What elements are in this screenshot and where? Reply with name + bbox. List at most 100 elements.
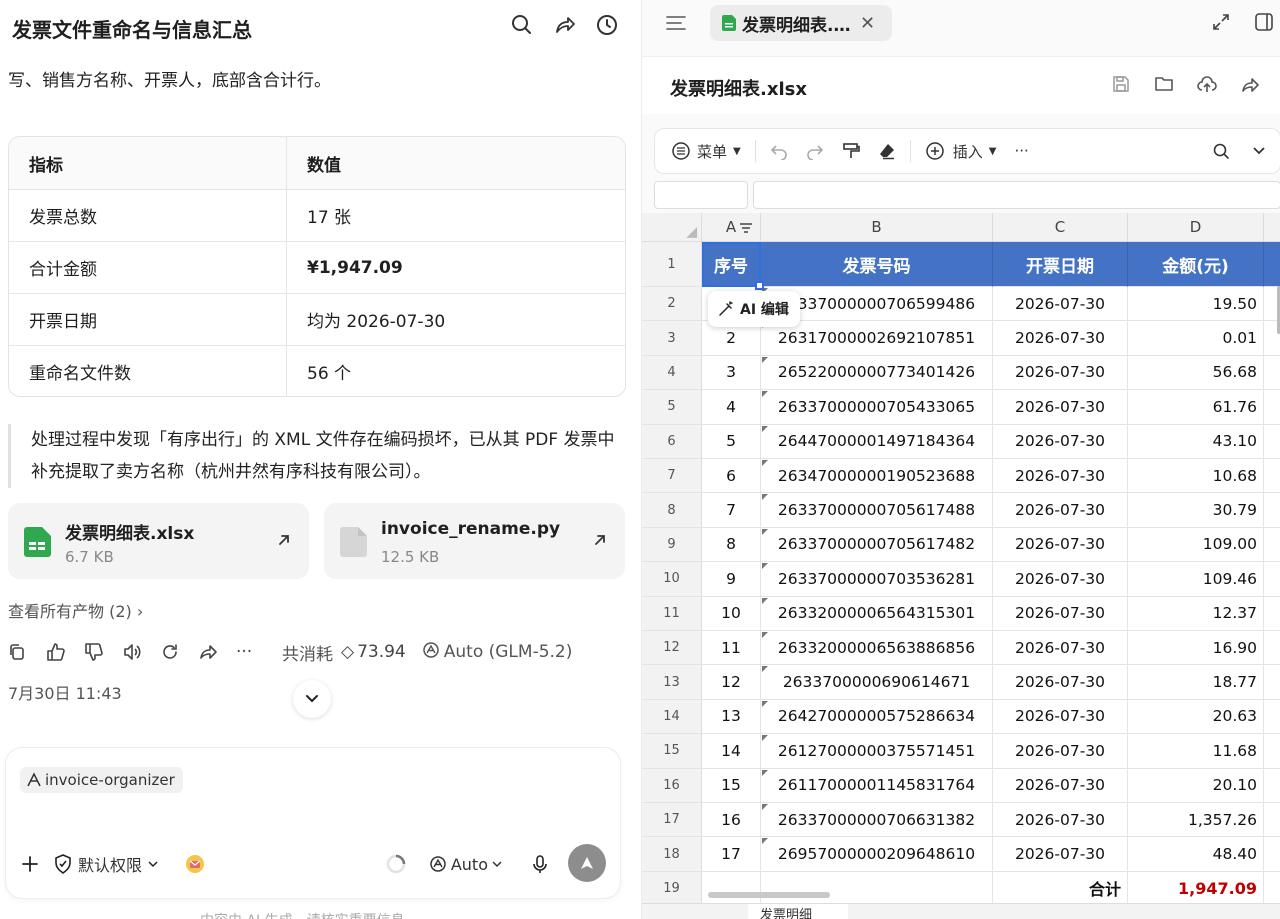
sequence-cell[interactable]: 15 — [702, 768, 761, 803]
row-number[interactable]: 14 — [642, 699, 702, 735]
folder-icon[interactable] — [1154, 75, 1174, 93]
ai-edit-button[interactable]: AI 编辑 — [708, 291, 800, 327]
row-number[interactable]: 12 — [642, 631, 702, 666]
amount-cell[interactable]: 16.90 — [1128, 631, 1264, 666]
row-number[interactable]: 2 — [642, 287, 702, 322]
invoice-number-cell[interactable]: 26337000000705617482 — [761, 527, 993, 563]
invoice-number-cell[interactable]: 26127000000375571451 — [761, 734, 993, 769]
filter-icon[interactable] — [739, 221, 753, 235]
row-number[interactable]: 5 — [642, 390, 702, 425]
menu-list-icon[interactable] — [666, 14, 686, 32]
more-options-icon[interactable]: ··· — [236, 640, 274, 664]
sequence-cell[interactable]: 13 — [702, 699, 761, 735]
row-number[interactable]: 7 — [642, 459, 702, 494]
invoice-date-cell[interactable]: 2026-07-30 — [993, 424, 1128, 459]
empty-cell[interactable] — [1264, 390, 1280, 425]
sequence-cell[interactable]: 9 — [702, 562, 761, 597]
empty-cell[interactable] — [1264, 562, 1280, 597]
empty-cell[interactable] — [1264, 872, 1280, 907]
share-icon[interactable] — [552, 12, 578, 38]
select-all-corner[interactable] — [642, 213, 702, 242]
menu-button[interactable]: 菜单 ▼ — [671, 141, 741, 162]
row-number[interactable]: 3 — [642, 321, 702, 356]
total-label-cell[interactable]: 合计 — [993, 871, 1128, 907]
invoice-date-cell[interactable]: 2026-07-30 — [993, 287, 1128, 322]
row-number[interactable]: 6 — [642, 424, 702, 459]
sequence-cell[interactable]: 10 — [702, 596, 761, 631]
row-number[interactable]: 18 — [642, 837, 702, 872]
open-external-icon[interactable] — [277, 533, 291, 547]
column-header-d[interactable]: D — [1128, 213, 1264, 242]
read-aloud-icon[interactable] — [122, 640, 160, 664]
empty-cell[interactable] — [761, 871, 993, 907]
expand-icon[interactable] — [1212, 13, 1230, 31]
empty-cell[interactable] — [1264, 528, 1280, 563]
column-header-e[interactable] — [1264, 213, 1280, 242]
invoice-date-cell[interactable]: 2026-07-30 — [993, 837, 1128, 872]
sequence-cell[interactable]: 16 — [702, 803, 761, 838]
fill-handle[interactable] — [755, 281, 764, 290]
sequence-cell[interactable]: 4 — [702, 390, 761, 425]
invoice-date-cell[interactable]: 2026-07-30 — [993, 631, 1128, 666]
search-icon[interactable] — [1212, 142, 1230, 160]
invoice-number-cell[interactable]: 2633700000690614671 — [761, 665, 993, 700]
amount-cell[interactable]: 20.63 — [1128, 699, 1264, 735]
empty-cell[interactable] — [1264, 803, 1280, 838]
header-cell[interactable]: 序号 — [702, 242, 761, 287]
invoice-date-cell[interactable]: 2026-07-30 — [993, 665, 1128, 700]
sequence-cell[interactable]: 6 — [702, 459, 761, 494]
invoice-number-cell[interactable]: 26337000000703536281 — [761, 562, 993, 597]
history-icon[interactable] — [594, 12, 620, 38]
empty-cell[interactable] — [1264, 700, 1280, 735]
microphone-icon[interactable] — [532, 854, 548, 874]
row-number[interactable]: 17 — [642, 803, 702, 838]
empty-cell[interactable] — [1264, 597, 1280, 631]
amount-cell[interactable]: 0.01 — [1128, 321, 1264, 356]
header-cell[interactable]: 金额(元) — [1128, 242, 1264, 287]
invoice-number-cell[interactable]: 26317000002692107851 — [761, 321, 993, 356]
share-icon[interactable] — [198, 640, 236, 664]
total-value-cell[interactable]: 1,947.09 — [1128, 871, 1264, 907]
invoice-date-cell[interactable]: 2026-07-30 — [993, 734, 1128, 769]
invoice-number-cell[interactable]: 26117000001145831764 — [761, 768, 993, 803]
upload-icon[interactable] — [1197, 75, 1217, 95]
redo-icon[interactable] — [806, 142, 824, 160]
row-number[interactable]: 19 — [642, 871, 702, 907]
invoice-date-cell[interactable]: 2026-07-30 — [993, 596, 1128, 631]
invoice-date-cell[interactable]: 2026-07-30 — [993, 390, 1128, 425]
amount-cell[interactable]: 30.79 — [1128, 493, 1264, 528]
sequence-cell[interactable]: 8 — [702, 527, 761, 563]
regenerate-icon[interactable] — [160, 640, 198, 664]
invoice-number-cell[interactable]: 26332000006564315301 — [761, 596, 993, 631]
invoice-date-cell[interactable]: 2026-07-30 — [993, 493, 1128, 528]
row-number[interactable]: 8 — [642, 493, 702, 528]
column-header-c[interactable]: C — [993, 213, 1128, 242]
open-external-icon[interactable] — [593, 533, 607, 547]
invoice-number-cell[interactable]: 26427000000575286634 — [761, 699, 993, 735]
spreadsheet-grid[interactable]: ABCD1序号发票号码开票日期金额(元)21263370000007065994… — [642, 213, 1280, 913]
empty-cell[interactable] — [1264, 459, 1280, 494]
format-painter-icon[interactable] — [842, 142, 860, 160]
row-number[interactable]: 4 — [642, 355, 702, 391]
sequence-cell[interactable]: 5 — [702, 424, 761, 459]
undo-icon[interactable] — [770, 142, 788, 160]
row-number[interactable]: 1 — [642, 242, 702, 287]
message-composer[interactable]: invoice-organizer 默认权限 Auto — [6, 748, 620, 898]
empty-cell[interactable] — [1264, 493, 1280, 528]
amount-cell[interactable]: 109.46 — [1128, 562, 1264, 597]
sequence-cell[interactable]: 11 — [702, 631, 761, 666]
invoice-number-cell[interactable]: 26447000001497184364 — [761, 424, 993, 459]
share-icon[interactable] — [1240, 75, 1260, 95]
amount-cell[interactable]: 12.37 — [1128, 596, 1264, 631]
amount-cell[interactable]: 56.68 — [1128, 355, 1264, 391]
formula-bar[interactable] — [753, 181, 1280, 209]
file-tab[interactable]: 发票明细表.… ✕ — [710, 5, 892, 41]
amount-cell[interactable]: 19.50 — [1128, 287, 1264, 322]
sheet-tab[interactable]: 发票明细 — [748, 904, 848, 919]
empty-cell[interactable] — [1264, 734, 1280, 769]
empty-cell[interactable] — [1264, 631, 1280, 666]
sequence-cell[interactable]: 17 — [702, 837, 761, 872]
empty-cell[interactable] — [1264, 425, 1280, 459]
empty-cell[interactable] — [1264, 356, 1280, 391]
invoice-date-cell[interactable]: 2026-07-30 — [993, 699, 1128, 735]
